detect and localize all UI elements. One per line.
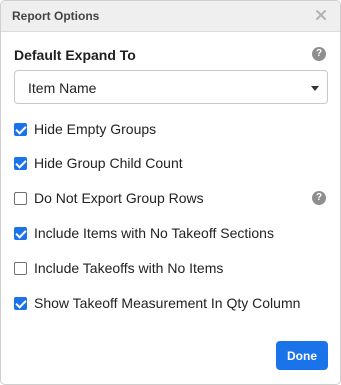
include-takeoffs-no-items-label: Include Takeoffs with No Items <box>34 260 224 276</box>
report-options-dialog: Report Options Default Expand To ? Item … <box>0 0 341 385</box>
hide-empty-groups-checkbox[interactable] <box>14 123 27 136</box>
include-items-no-takeoff-sections-label: Include Items with No Takeoff Sections <box>34 225 274 241</box>
show-takeoff-measurement-qty-label: Show Takeoff Measurement In Qty Column <box>34 295 301 311</box>
do-not-export-help-icon[interactable]: ? <box>312 191 326 205</box>
close-icon[interactable] <box>314 8 328 22</box>
done-button[interactable]: Done <box>276 341 328 370</box>
include-takeoffs-no-items-checkbox[interactable] <box>14 262 27 275</box>
chevron-down-icon <box>311 86 319 91</box>
include-items-no-takeoff-sections-checkbox[interactable] <box>14 227 27 240</box>
hide-group-child-count-label: Hide Group Child Count <box>34 155 183 171</box>
default-expand-select[interactable]: Item Name <box>14 70 328 104</box>
do-not-export-group-rows-checkbox[interactable] <box>14 192 27 205</box>
dialog-title: Report Options <box>12 9 100 23</box>
default-expand-selected-value: Item Name <box>28 80 97 96</box>
default-expand-label: Default Expand To <box>14 47 136 63</box>
do-not-export-group-rows-label: Do Not Export Group Rows <box>34 190 204 206</box>
hide-empty-groups-label: Hide Empty Groups <box>34 121 157 137</box>
show-takeoff-measurement-qty-checkbox[interactable] <box>14 297 27 310</box>
hide-group-child-count-checkbox[interactable] <box>14 157 27 170</box>
dialog-header: Report Options <box>1 1 340 32</box>
default-expand-help-icon[interactable]: ? <box>312 47 326 61</box>
